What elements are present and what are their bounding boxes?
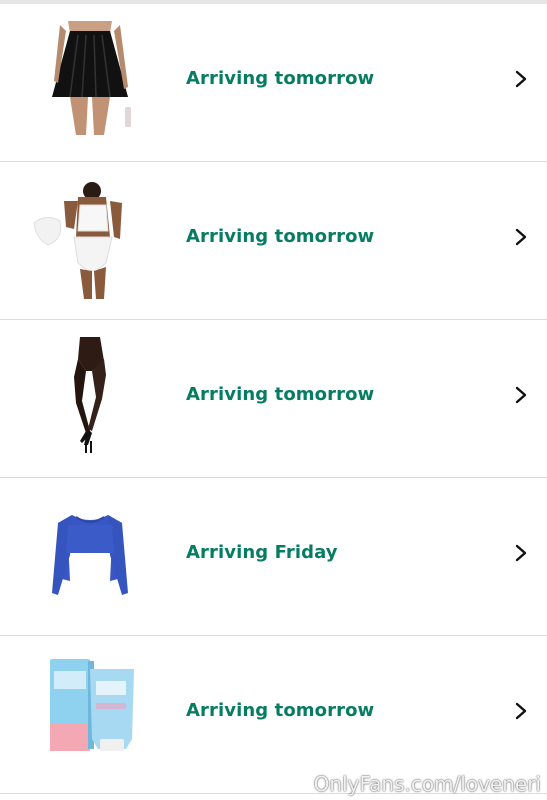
order-list: Arriving tomorrow Arriving tomorrow Arri… bbox=[0, 4, 547, 794]
pleated-skirt-icon bbox=[30, 21, 150, 141]
lubricant-gel-icon bbox=[30, 653, 150, 773]
delivery-status: Arriving tomorrow bbox=[186, 384, 375, 405]
delivery-status: Arriving tomorrow bbox=[186, 226, 375, 247]
long-sleeve-crop-top-icon bbox=[30, 495, 150, 615]
delivery-status: Arriving Friday bbox=[186, 542, 338, 563]
chevron-right-icon[interactable] bbox=[512, 228, 530, 246]
chevron-right-icon[interactable] bbox=[512, 544, 530, 562]
order-row[interactable]: Arriving Friday bbox=[0, 478, 547, 636]
order-row[interactable]: Arriving tomorrow bbox=[0, 320, 547, 478]
delivery-status: Arriving tomorrow bbox=[186, 68, 375, 89]
watermark: OnlyFans.com/loveneri bbox=[313, 772, 541, 796]
order-row[interactable]: Arriving tomorrow bbox=[0, 4, 547, 162]
lingerie-set-icon bbox=[30, 179, 150, 299]
order-row[interactable]: Arriving tomorrow bbox=[0, 636, 547, 794]
order-row[interactable]: Arriving tomorrow bbox=[0, 162, 547, 320]
delivery-status: Arriving tomorrow bbox=[186, 700, 375, 721]
chevron-right-icon[interactable] bbox=[512, 702, 530, 720]
tights-icon bbox=[30, 337, 150, 457]
chevron-right-icon[interactable] bbox=[512, 386, 530, 404]
chevron-right-icon[interactable] bbox=[512, 70, 530, 88]
